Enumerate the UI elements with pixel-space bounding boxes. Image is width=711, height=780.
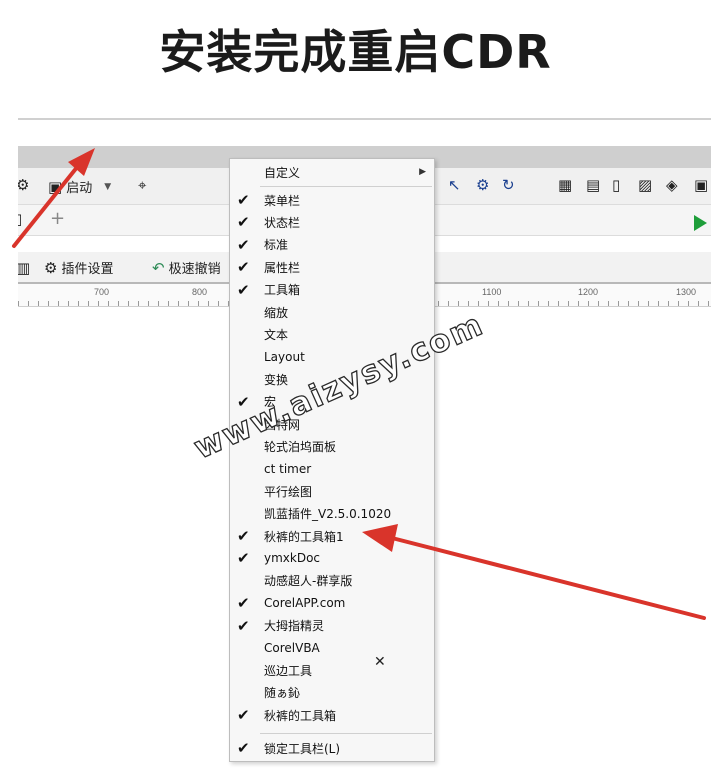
ruler-label: 1200 — [578, 287, 599, 297]
ruler-label: 1300 — [676, 287, 697, 297]
pointer-icon[interactable]: ↖ — [448, 176, 461, 194]
menu-item-label: 秋裤的工具箱 — [264, 708, 337, 723]
menu-item[interactable]: ✔ 秋裤的工具箱 — [230, 704, 434, 726]
menu-item-label: 随ぁ鈊 — [264, 686, 301, 701]
close-icon[interactable]: ✕ — [374, 654, 386, 670]
menu-item-label: 大拇指精灵 — [264, 619, 325, 634]
menu-item-label: ymxkDoc — [264, 551, 321, 566]
menu-item-label: 巡边工具 — [264, 663, 313, 678]
menu-item[interactable]: 平行绘图 — [230, 480, 434, 502]
submenu-arrow-icon: ▶ — [419, 167, 426, 177]
check-icon: ✔ — [237, 280, 250, 299]
menu-item-label: 锁定工具栏(L) — [264, 741, 341, 756]
menu-item-label: 菜单栏 — [264, 193, 301, 208]
quick-undo-label: 极速撤销 — [168, 262, 221, 277]
menu-item[interactable]: 随ぁ鈊 — [230, 682, 434, 704]
quick-undo-button[interactable]: ↶ 极速撤销 — [152, 258, 221, 278]
ruler-label: 700 — [94, 287, 110, 297]
menu-item-label: 动感超人-群享版 — [264, 574, 353, 589]
box-icon[interactable]: ▤ — [586, 176, 600, 194]
menu-separator — [260, 733, 432, 734]
check-icon: ✔ — [237, 235, 250, 254]
gear-blue-icon[interactable]: ⚙ — [476, 176, 489, 194]
menu-item[interactable]: CorelVBA — [230, 637, 434, 659]
menu-item-label: 缩放 — [264, 305, 289, 320]
menu-item-label: 标准 — [264, 238, 289, 253]
refresh-icon[interactable]: ↻ — [502, 176, 515, 194]
menu-item-label: 状态栏 — [264, 215, 301, 230]
menu-item-label: 轮式泊坞面板 — [264, 439, 337, 454]
menu-item[interactable]: ✔ 属性栏 — [230, 256, 434, 278]
check-icon: ✔ — [237, 191, 250, 209]
check-icon: ✔ — [237, 527, 250, 545]
document-tab-edge[interactable]: ▯ — [18, 210, 22, 228]
check-icon: ✔ — [237, 549, 250, 568]
launch-label: 启动 — [66, 181, 93, 196]
menu-item[interactable]: ✔ 大拇指精灵 — [230, 615, 434, 637]
launch-button[interactable]: ▣ 启动 ▼ — [48, 177, 112, 197]
check-icon: ✔ — [237, 739, 250, 757]
ruler-label: 1100 — [482, 287, 502, 297]
menu-item[interactable]: 巡边工具 — [230, 659, 434, 681]
menu-item[interactable]: ✔ 菜单栏 — [230, 189, 434, 211]
document-icon[interactable]: ▯ — [612, 176, 620, 194]
menu-item[interactable]: ✔ 标准 — [230, 234, 434, 256]
menu-item[interactable]: 缩放 — [230, 301, 434, 323]
toolbars-context-menu: 自定义 ▶ ✔ 菜单栏 ✔ 状态栏 ✔ 标准 ✔ 属性栏 ✔ 工具箱 缩放 文本 Layout 变换 ✔ 宏因… — [229, 158, 435, 762]
menu-item[interactable]: ✔ 状态栏 — [230, 211, 434, 233]
check-icon: ✔ — [237, 706, 250, 725]
gear-icon[interactable]: ⚙ — [18, 176, 29, 194]
undo-icon: ↶ — [152, 258, 165, 277]
tag-icon[interactable]: ⌖ — [138, 176, 146, 194]
menu-separator — [260, 186, 432, 187]
check-icon: ✔ — [237, 258, 250, 277]
settings-gear-icon: ⚙ — [44, 258, 58, 277]
menu-item[interactable]: ✔ CorelAPP.com — [230, 592, 434, 614]
menu-item-label: Layout — [264, 349, 305, 364]
menu-item-lock-toolbars[interactable]: ✔ 锁定工具栏(L) — [230, 737, 434, 759]
image-icon[interactable]: ▨ — [638, 176, 652, 194]
menu-item-label: CorelVBA — [264, 641, 320, 655]
menu-item[interactable]: 凯蓝插件_V2.5.0.1020 — [230, 503, 434, 525]
play-icon[interactable] — [694, 215, 707, 231]
menu-item[interactable]: 动感超人-群享版 — [230, 570, 434, 592]
menu-item[interactable]: ✔ 秋裤的工具箱1 — [230, 525, 434, 547]
menu-item-label: 秋裤的工具箱1 — [264, 529, 344, 544]
frame-icon[interactable]: ▣ — [694, 176, 708, 194]
menu-item[interactable]: ✔ ymxkDoc — [230, 547, 434, 569]
menu-item-label: 属性栏 — [264, 260, 301, 275]
add-tab-button[interactable]: + — [50, 208, 65, 229]
menu-item[interactable]: ct timer — [230, 458, 434, 480]
plugin-settings-button[interactable]: ⚙ 插件设置 — [44, 258, 114, 278]
window-icon: ▣ — [48, 177, 63, 196]
plugin-settings-label: 插件设置 — [61, 262, 114, 277]
menu-item-label: 凯蓝插件_V2.5.0.1020 — [264, 507, 392, 522]
menu-item-label: 自定义 — [264, 165, 301, 180]
menu-item-label: 平行绘图 — [264, 484, 313, 499]
barcode-icon[interactable]: ▦ — [558, 176, 572, 194]
menu-item-label: CorelAPP.com — [264, 596, 346, 611]
menu-item-label: ct timer — [264, 461, 312, 476]
ruler-label: 800 — [192, 287, 208, 297]
menu-item-customize[interactable]: 自定义 ▶ — [230, 161, 434, 183]
check-icon: ✔ — [237, 594, 250, 613]
chevron-down-icon: ▼ — [104, 181, 112, 192]
menu-item[interactable]: ✔ 工具箱 — [230, 279, 434, 301]
menu-item-label: 工具箱 — [264, 283, 301, 298]
check-icon: ✔ — [237, 616, 250, 635]
grid-icon[interactable]: ▥ — [18, 259, 30, 277]
page-heading: 安装完成重启CDR — [159, 25, 552, 79]
shapes-icon[interactable]: ◈ — [666, 176, 678, 194]
menu-item-label: 变换 — [264, 372, 289, 387]
menu-item-label: 文本 — [264, 327, 289, 342]
check-icon: ✔ — [237, 213, 250, 232]
